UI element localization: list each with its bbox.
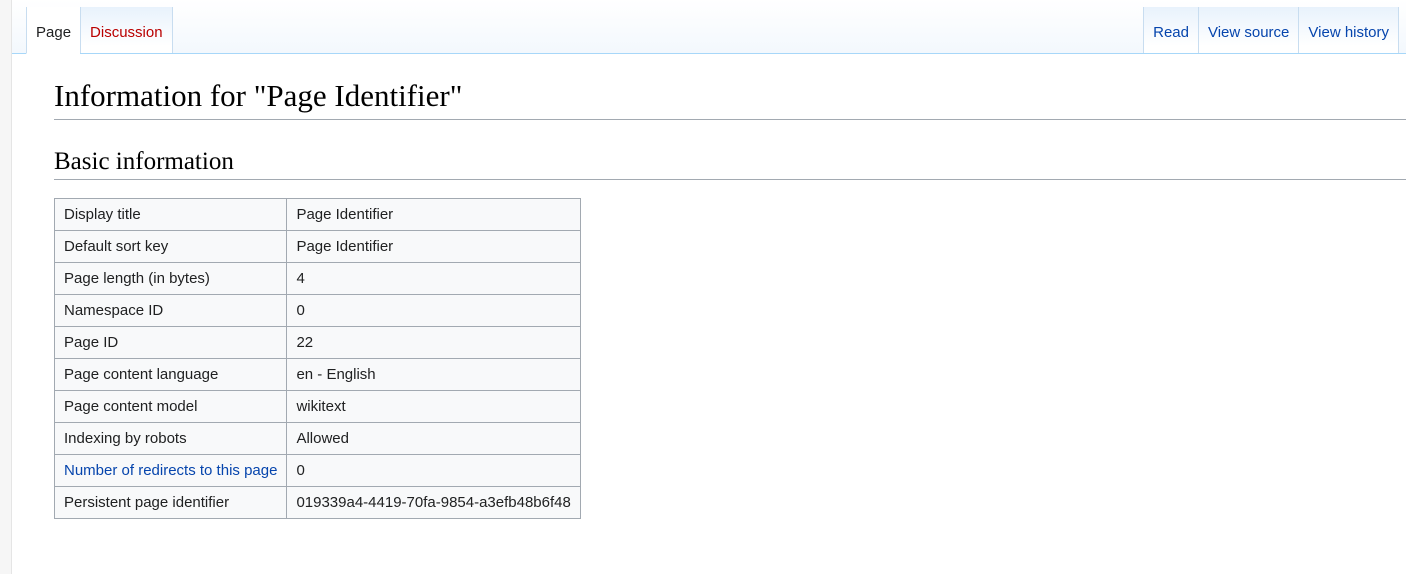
row-label: Page ID bbox=[55, 327, 287, 359]
row-label-link[interactable]: Number of redirects to this page bbox=[64, 462, 277, 479]
row-value: Allowed bbox=[287, 423, 580, 455]
row-value: 4 bbox=[287, 263, 580, 295]
table-row: Indexing by robotsAllowed bbox=[55, 423, 581, 455]
row-value: 0 bbox=[287, 455, 580, 487]
tab-label: Page bbox=[36, 24, 71, 41]
tab-label: Read bbox=[1153, 24, 1189, 41]
table-row: Namespace ID0 bbox=[55, 295, 581, 327]
tabs-left: Page Discussion bbox=[26, 7, 173, 53]
page-title: Information for "Page Identifier" bbox=[54, 78, 1406, 120]
table-row: Page ID22 bbox=[55, 327, 581, 359]
row-label: Namespace ID bbox=[55, 295, 287, 327]
table-row: Page content modelwikitext bbox=[55, 391, 581, 423]
section-heading: Basic information bbox=[54, 148, 1406, 180]
table-row: Display titlePage Identifier bbox=[55, 199, 581, 231]
row-value: 019339a4-4419-70fa-9854-a3efb48b6f48 bbox=[287, 487, 580, 519]
row-label: Page length (in bytes) bbox=[55, 263, 287, 295]
basic-info-tbody: Display titlePage IdentifierDefault sort… bbox=[55, 199, 581, 519]
row-label: Indexing by robots bbox=[55, 423, 287, 455]
row-value: Page Identifier bbox=[287, 199, 580, 231]
tab-label: View source bbox=[1208, 24, 1289, 41]
tab-read[interactable]: Read bbox=[1143, 7, 1198, 53]
row-label: Default sort key bbox=[55, 231, 287, 263]
tab-label: View history bbox=[1308, 24, 1389, 41]
tab-discussion[interactable]: Discussion bbox=[80, 7, 173, 53]
row-value: en - English bbox=[287, 359, 580, 391]
tab-view-source[interactable]: View source bbox=[1198, 7, 1298, 53]
table-row: Page length (in bytes)4 bbox=[55, 263, 581, 295]
table-row: Page content languageen - English bbox=[55, 359, 581, 391]
tabs-bar: Page Discussion Read View source View histo… bbox=[12, 0, 1406, 54]
table-row: Number of redirects to this page 0 bbox=[55, 455, 581, 487]
row-label: Page content language bbox=[55, 359, 287, 391]
row-value: 0 bbox=[287, 295, 580, 327]
row-label: Persistent page identifier bbox=[55, 487, 287, 519]
row-label: Number of redirects to this page bbox=[55, 455, 287, 487]
tab-page[interactable]: Page bbox=[26, 7, 80, 54]
row-value: wikitext bbox=[287, 391, 580, 423]
table-row: Persistent page identifier019339a4-4419-… bbox=[55, 487, 581, 519]
row-value: 22 bbox=[287, 327, 580, 359]
content-area: Information for "Page Identifier" Basic … bbox=[12, 54, 1406, 519]
table-row: Default sort keyPage Identifier bbox=[55, 231, 581, 263]
tabs-right: Read View source View history bbox=[1143, 7, 1399, 53]
row-label: Display title bbox=[55, 199, 287, 231]
tab-view-history[interactable]: View history bbox=[1298, 7, 1399, 53]
left-panel bbox=[0, 0, 12, 574]
row-value: Page Identifier bbox=[287, 231, 580, 263]
row-label: Page content model bbox=[55, 391, 287, 423]
tab-label: Discussion bbox=[90, 24, 163, 41]
basic-info-table: Display titlePage IdentifierDefault sort… bbox=[54, 198, 581, 519]
